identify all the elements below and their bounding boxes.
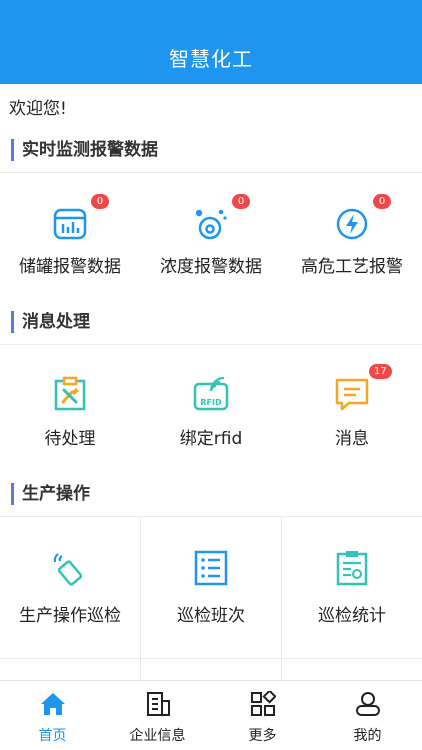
pending-label: 待处理 (44, 429, 96, 449)
messages-label: 消息 (335, 429, 369, 449)
badge-count: 0 (91, 194, 109, 209)
messages-button[interactable]: 17 消息 (282, 344, 422, 456)
message-icon (335, 378, 369, 411)
spacer (0, 296, 422, 304)
list-icon (194, 550, 228, 586)
grid-icon (251, 691, 276, 716)
concentration-alarm-label: 浓度报警数据 (160, 257, 262, 277)
section-title-realtime: 实时监测报警数据 (11, 139, 158, 161)
inspection-statistics-button[interactable]: 巡检统计 (282, 516, 422, 656)
concentration-icon (195, 209, 227, 240)
page-title: 智慧化工 (169, 47, 253, 71)
tab-enterprise-info[interactable]: 企业信息 (105, 681, 210, 750)
high-risk-process-alarm-label: 高危工艺报警 (301, 257, 403, 277)
tab-mine[interactable]: 我的 (315, 681, 420, 750)
production-inspection-button[interactable]: 生产操作巡检 (0, 516, 140, 656)
tab-more[interactable]: 更多 (210, 681, 315, 750)
badge-count: 0 (232, 194, 250, 209)
tank-alarm-label: 储罐报警数据 (19, 257, 121, 277)
app-header: 智慧化工 (0, 0, 422, 84)
user-icon (356, 692, 380, 716)
tab-mine-label: 我的 (353, 728, 382, 744)
tab-enterprise-info-label: 企业信息 (129, 728, 186, 744)
home-icon (41, 693, 65, 715)
svg-text:RFID: RFID (200, 398, 222, 407)
badge-count: 0 (373, 194, 391, 209)
section-title-messages: 消息处理 (11, 311, 90, 333)
inspection-shift-button[interactable]: 巡检班次 (141, 516, 281, 656)
tab-home-label: 首页 (38, 728, 67, 744)
divider (0, 658, 422, 659)
rfid-icon: RFID (193, 376, 229, 411)
building-icon (147, 692, 170, 716)
statistics-clipboard-icon (336, 551, 368, 586)
bind-rfid-label: 绑定rfid (179, 429, 243, 449)
inspection-shift-label: 巡检班次 (177, 606, 245, 626)
high-risk-process-alarm-button[interactable]: 0 高危工艺报警 (282, 172, 422, 284)
tank-alarm-button[interactable]: 0 储罐报警数据 (0, 172, 140, 284)
production-inspection-label: 生产操作巡检 (19, 606, 121, 626)
inspection-statistics-label: 巡检统计 (318, 606, 386, 626)
badge-count: 17 (369, 364, 392, 379)
section-title-production: 生产操作 (11, 483, 90, 505)
scanner-icon (53, 553, 83, 586)
lightning-icon (336, 208, 368, 240)
bind-rfid-button[interactable]: RFID 绑定rfid (141, 344, 281, 456)
tank-icon (53, 208, 87, 240)
welcome-text: 欢迎您! (9, 99, 67, 119)
tab-more-label: 更多 (248, 728, 277, 744)
pending-clipboard-icon (54, 376, 86, 411)
bottom-tab-bar: 首页 企业信息 更多 我的 (0, 680, 422, 750)
pending-button[interactable]: 待处理 (0, 344, 140, 456)
tab-home[interactable]: 首页 (0, 681, 105, 750)
concentration-alarm-button[interactable]: 0 浓度报警数据 (141, 172, 281, 284)
